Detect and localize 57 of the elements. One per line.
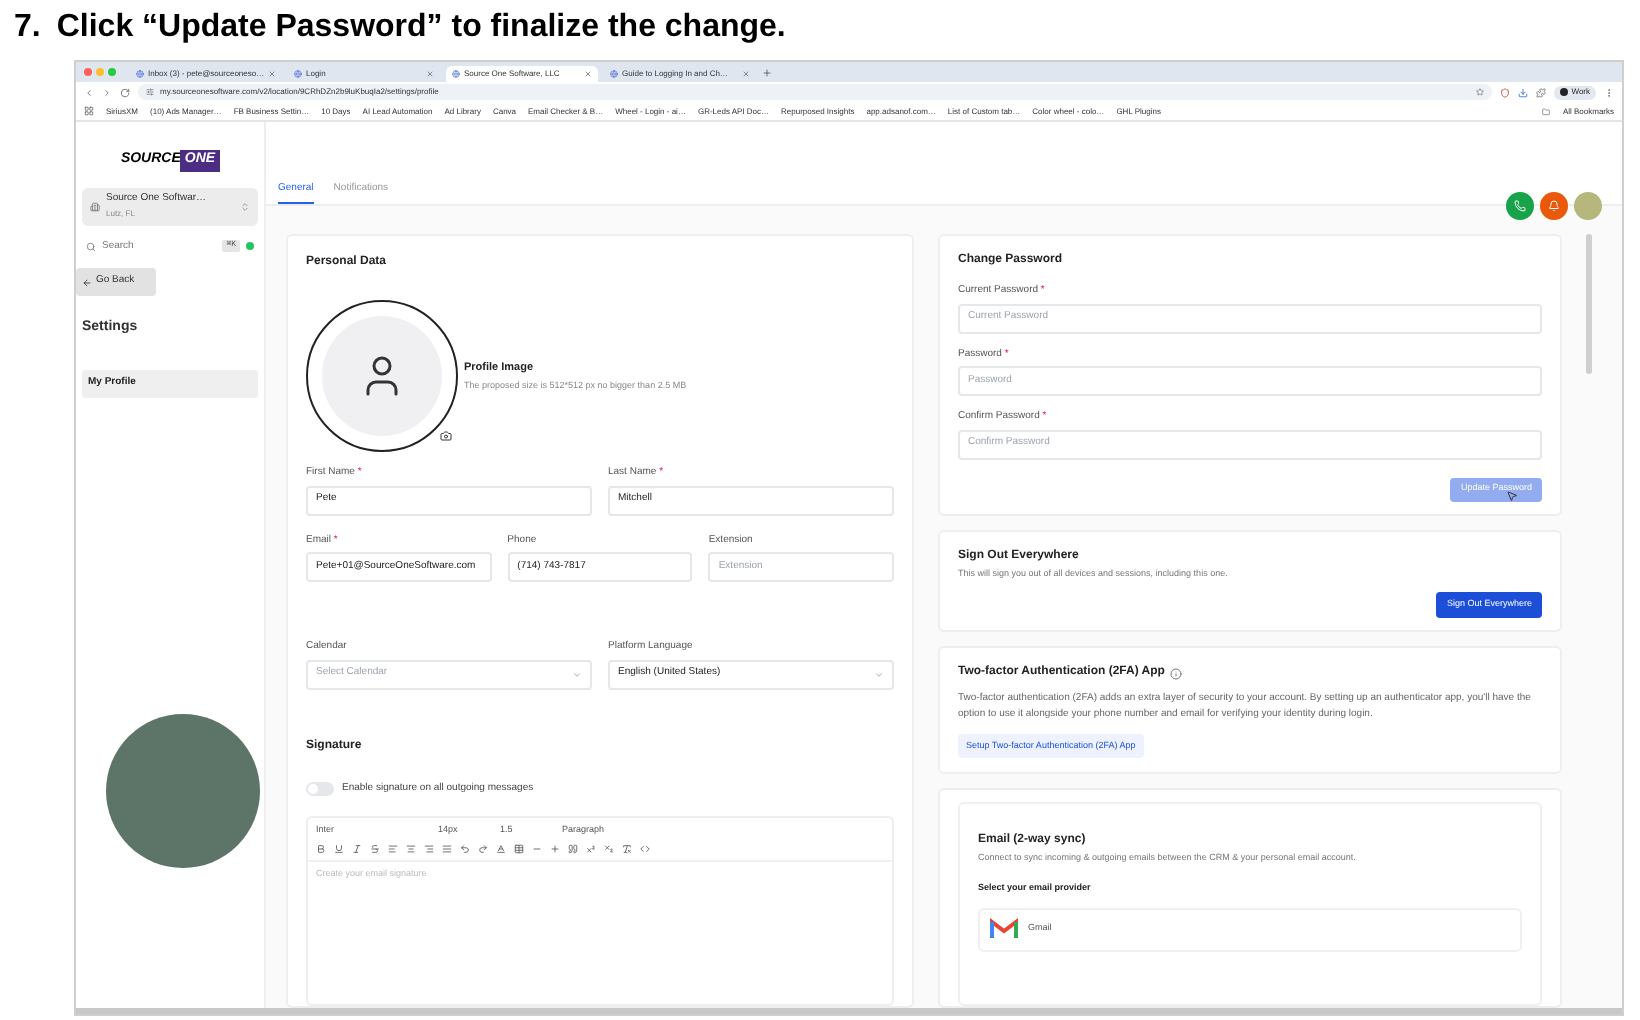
folder-icon	[1542, 107, 1551, 115]
profile-avatar-icon	[1559, 88, 1568, 96]
favicon-icon	[294, 70, 302, 78]
align-center-icon[interactable]	[406, 843, 416, 854]
forward-icon[interactable]	[102, 87, 112, 97]
favicon-icon	[610, 70, 618, 78]
horizontal-scrollbar[interactable]	[76, 1008, 1622, 1014]
envelope-m-icon	[990, 918, 1018, 941]
scrollbar[interactable]	[1586, 234, 1592, 374]
extension-icon[interactable]	[1499, 87, 1510, 97]
camera-button[interactable]	[436, 426, 454, 444]
subscript-icon[interactable]	[604, 843, 614, 854]
profile-image-frame[interactable]	[306, 300, 458, 452]
cursor-icon	[1506, 489, 1518, 501]
favicon-icon	[452, 70, 460, 78]
superscript-icon[interactable]	[586, 843, 596, 854]
chevron-down-icon	[874, 669, 884, 679]
strikethrough-icon[interactable]	[370, 843, 380, 854]
phone-button[interactable]	[1506, 192, 1534, 220]
align-left-icon[interactable]	[388, 843, 398, 854]
avatar-icon[interactable]	[1574, 192, 1602, 220]
plus-icon[interactable]	[550, 843, 560, 854]
bell-icon	[1548, 200, 1560, 212]
redo-icon[interactable]	[478, 843, 488, 854]
reload-icon[interactable]	[120, 87, 130, 97]
table-icon[interactable]	[514, 843, 524, 854]
phone-icon	[1514, 200, 1526, 212]
underline-icon[interactable]	[334, 843, 344, 854]
site-settings-icon[interactable]	[146, 88, 154, 96]
favicon-icon	[136, 70, 144, 78]
back-icon[interactable]	[84, 87, 94, 97]
extensions-icon[interactable]	[1535, 87, 1546, 97]
quote-icon[interactable]	[568, 843, 578, 854]
chevron-down-icon	[572, 669, 582, 679]
notifications-button[interactable]	[1540, 192, 1568, 220]
arrow-left-icon	[82, 277, 92, 287]
new-tab-icon[interactable]	[762, 68, 772, 78]
bold-icon[interactable]	[316, 843, 326, 854]
align-justify-icon[interactable]	[442, 843, 452, 854]
download-icon[interactable]	[1517, 87, 1528, 97]
bookmark-star-icon[interactable]	[1475, 88, 1484, 96]
search-icon	[86, 241, 96, 252]
align-right-icon[interactable]	[424, 843, 434, 854]
step-instruction: Click “Update Password” to finalize the change.	[56, 8, 786, 48]
horizontal-rule-icon[interactable]	[532, 843, 542, 854]
code-icon[interactable]	[640, 843, 650, 854]
step-number: 7.	[14, 8, 41, 48]
italic-icon[interactable]	[352, 843, 362, 854]
building-icon	[90, 201, 100, 211]
text-color-icon[interactable]	[496, 843, 506, 854]
apps-icon[interactable]	[84, 106, 94, 116]
camera-icon	[439, 429, 451, 441]
chevrons-icon	[240, 201, 250, 211]
info-icon[interactable]	[1170, 667, 1183, 680]
clear-format-icon[interactable]	[622, 843, 632, 854]
toggle-switch[interactable]	[306, 781, 334, 796]
undo-icon[interactable]	[460, 843, 470, 854]
